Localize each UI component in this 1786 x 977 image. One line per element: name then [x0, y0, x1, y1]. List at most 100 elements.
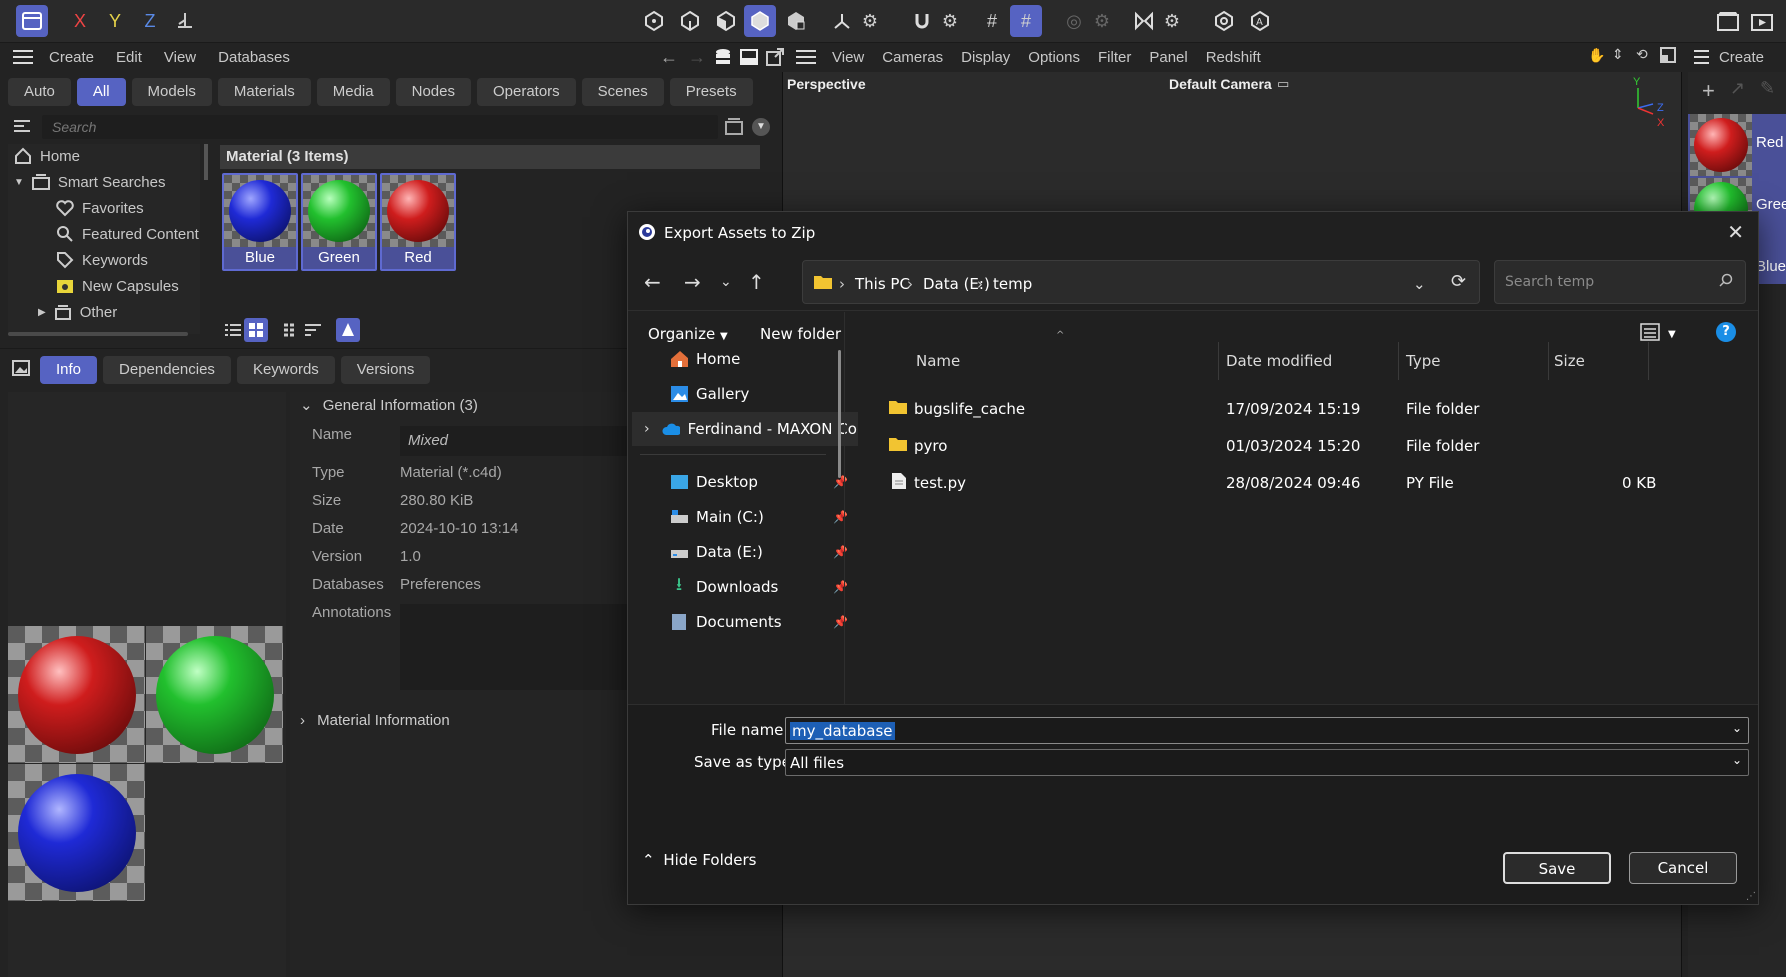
- material-swatch-red[interactable]: [1690, 114, 1752, 176]
- axis-x-button[interactable]: X: [64, 5, 96, 37]
- menu-create[interactable]: Create: [49, 49, 94, 66]
- menu-view[interactable]: View: [164, 49, 196, 66]
- tree-scrollbar[interactable]: [8, 332, 188, 336]
- collection-icon[interactable]: [724, 116, 744, 136]
- vp-menu-filter[interactable]: Filter: [1098, 49, 1131, 66]
- viewport-projection-label[interactable]: Perspective: [787, 76, 866, 92]
- sidebar-toggle-icon[interactable]: [12, 117, 32, 135]
- back-arrow-icon[interactable]: ←: [660, 47, 678, 68]
- close-icon[interactable]: ✕: [1727, 220, 1744, 244]
- new-folder-button[interactable]: New folder: [760, 325, 841, 343]
- rotate-camera-icon[interactable]: ⟲: [1636, 46, 1648, 63]
- pin-icon[interactable]: 📌: [833, 580, 848, 594]
- tree-item-smart-searches[interactable]: ▼ Smart Searches: [14, 171, 165, 193]
- breadcrumb-temp[interactable]: temp: [993, 275, 1032, 293]
- annotations-field[interactable]: [400, 604, 630, 690]
- col-size[interactable]: Size: [1554, 352, 1585, 370]
- material-tile-green[interactable]: Green: [301, 173, 377, 271]
- external-link-icon[interactable]: [766, 48, 784, 66]
- up-folder-icon[interactable]: ↑: [748, 270, 765, 294]
- column-separator[interactable]: [1398, 342, 1399, 380]
- grid-view-icon[interactable]: [244, 318, 268, 342]
- nav-item-onedrive[interactable]: › Ferdinand - MAXON Co: [632, 412, 858, 446]
- file-name-dropdown-icon[interactable]: ⌄: [1732, 721, 1742, 735]
- column-separator[interactable]: [1218, 342, 1219, 380]
- filter-auto[interactable]: Auto: [8, 78, 71, 106]
- axis-settings-gear-icon[interactable]: ⚙: [854, 5, 886, 37]
- column-separator[interactable]: [1648, 342, 1649, 380]
- uv-mode-icon[interactable]: [780, 5, 812, 37]
- maximize-viewport-icon[interactable]: [1660, 47, 1676, 63]
- general-info-section[interactable]: ⌄ General Information (3): [300, 396, 478, 414]
- points-mode-icon[interactable]: [638, 5, 670, 37]
- viewport-hamburger-icon[interactable]: [796, 50, 816, 64]
- nav-item-data-e[interactable]: Data (E:) 📌: [632, 535, 858, 569]
- file-name-input[interactable]: my_database ⌄: [785, 717, 1749, 744]
- nav-item-home[interactable]: Home: [632, 342, 858, 376]
- filter-all[interactable]: All: [76, 78, 126, 106]
- tree-item-home[interactable]: Home: [14, 145, 80, 167]
- pane-splitter[interactable]: [844, 312, 845, 704]
- col-type[interactable]: Type: [1406, 352, 1440, 370]
- material-name-red[interactable]: Red: [1756, 134, 1784, 151]
- snap-settings-gear-icon[interactable]: ⚙: [934, 5, 966, 37]
- expand-arrow-icon[interactable]: ▼: [14, 177, 24, 188]
- pin-icon[interactable]: 📌: [833, 510, 848, 524]
- render-to-picture-viewer-icon[interactable]: [1746, 5, 1778, 37]
- tab-dependencies[interactable]: Dependencies: [103, 356, 231, 384]
- expand-icon[interactable]: ↗: [1730, 78, 1745, 99]
- filter-models[interactable]: Models: [131, 78, 212, 106]
- vp-menu-cameras[interactable]: Cameras: [882, 49, 943, 66]
- address-bar[interactable]: › This PC › Data (E:) › temp ⌄ ⟳: [802, 260, 1480, 304]
- redshift-render-icon[interactable]: [1208, 5, 1240, 37]
- help-icon[interactable]: ?: [1716, 322, 1736, 342]
- camera-name[interactable]: Default Camera: [1169, 76, 1272, 92]
- move-camera-icon[interactable]: ⇕: [1612, 46, 1624, 63]
- collapse-arrow-icon[interactable]: ▶: [38, 307, 46, 318]
- icon-size-icon[interactable]: [282, 322, 300, 338]
- breadcrumb-this-pc[interactable]: This PC: [855, 275, 910, 293]
- right-menu-create[interactable]: Create: [1719, 49, 1764, 66]
- col-name[interactable]: Name: [916, 352, 960, 370]
- resize-grip-icon[interactable]: ⋰: [1746, 891, 1756, 902]
- workplane-grid-icon[interactable]: #: [976, 5, 1008, 37]
- tree-item-new-capsules[interactable]: New Capsules: [56, 275, 179, 297]
- filter-presets[interactable]: Presets: [669, 78, 753, 106]
- tree-item-other[interactable]: ▶ Other: [38, 301, 117, 323]
- polygons-mode-icon[interactable]: [710, 5, 742, 37]
- back-icon[interactable]: ←: [644, 270, 661, 294]
- tab-keywords[interactable]: Keywords: [236, 356, 335, 384]
- hide-folders-button[interactable]: ⌃ Hide Folders: [642, 851, 757, 869]
- material-name-blue[interactable]: Blue: [1756, 258, 1786, 275]
- recent-locations-chevron-icon[interactable]: ⌄: [720, 274, 732, 290]
- save-type-dropdown-icon[interactable]: ⌄: [1732, 753, 1742, 767]
- forward-icon[interactable]: →: [684, 270, 701, 294]
- redshift-ipr-icon[interactable]: A: [1244, 5, 1276, 37]
- nav-item-main-c[interactable]: Main (C:) 📌: [632, 500, 858, 534]
- image-preview-icon[interactable]: [12, 360, 30, 376]
- column-separator[interactable]: [1548, 342, 1549, 380]
- layout-icon[interactable]: [16, 5, 48, 37]
- file-row[interactable]: pyro 01/03/2024 15:20 File folder: [888, 429, 1748, 463]
- add-icon[interactable]: +: [1702, 78, 1715, 104]
- axis-z-button[interactable]: Z: [134, 5, 166, 37]
- right-hamburger-icon[interactable]: [1694, 50, 1709, 64]
- nav-item-gallery[interactable]: Gallery: [632, 377, 858, 411]
- tab-versions[interactable]: Versions: [340, 356, 431, 384]
- nav-scrollbar[interactable]: [838, 350, 841, 478]
- refresh-icon[interactable]: ⟳: [1451, 271, 1466, 292]
- folder-search-input[interactable]: Search temp: [1494, 260, 1746, 304]
- save-type-select[interactable]: All files ⌄: [785, 749, 1749, 776]
- search-options-dropdown-icon[interactable]: ▼: [752, 118, 770, 136]
- camera-icon[interactable]: ▭: [1277, 76, 1289, 92]
- view-options-caret-icon[interactable]: ▼: [1668, 329, 1676, 340]
- filter-nodes[interactable]: Nodes: [395, 78, 471, 106]
- edges-mode-icon[interactable]: [674, 5, 706, 37]
- tree-item-featured-content[interactable]: Featured Content: [56, 223, 199, 245]
- sort-icon[interactable]: [304, 322, 322, 338]
- material-tile-blue[interactable]: Blue: [222, 173, 298, 271]
- edit-pencil-icon[interactable]: ✎: [1760, 78, 1775, 99]
- filter-scenes[interactable]: Scenes: [581, 78, 664, 106]
- filter-operators[interactable]: Operators: [476, 78, 576, 106]
- axis-y-button[interactable]: Y: [99, 5, 131, 37]
